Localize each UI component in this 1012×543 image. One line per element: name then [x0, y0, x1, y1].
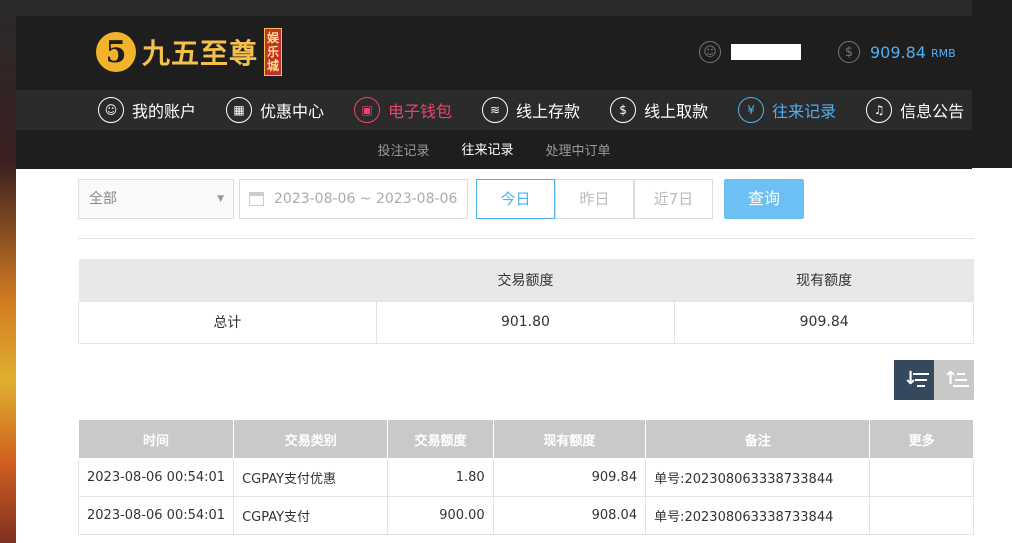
nav-transaction-records[interactable]: ¥ 往来记录: [738, 97, 836, 123]
summary-cell: 总计: [78, 300, 377, 344]
quick-today-button[interactable]: 今日: [476, 179, 555, 219]
amount-cell: 900.00: [387, 496, 494, 535]
balance-cell: 908.04: [492, 496, 647, 535]
background-strip-right: [972, 0, 1012, 168]
nav-my-account[interactable]: ☺ 我的账户: [98, 97, 196, 123]
query-button[interactable]: 查询: [724, 179, 804, 219]
nav-online-withdraw[interactable]: $ 线上取款: [610, 97, 708, 123]
remark-cell: 单号:202308063338733844: [645, 496, 871, 535]
header: 5 九五至尊 娱乐城 ☺ $ 909.84 RMB: [16, 16, 972, 90]
time-cell: 2023-08-06 00:54:01: [77, 458, 235, 497]
logo[interactable]: 5 九五至尊 娱乐城: [96, 24, 283, 80]
date-range-value: 2023-08-06 ~ 2023-08-06: [274, 191, 458, 207]
nav-label: 电子钱包: [388, 102, 453, 121]
nav-label: 信息公告: [900, 102, 965, 121]
tab-transaction-records[interactable]: 往来记录: [461, 128, 514, 171]
nav-announcements[interactable]: ♫ 信息公告: [866, 97, 964, 123]
summary-header-cell: [78, 259, 377, 301]
deposit-icon: ≋: [482, 97, 509, 123]
records-icon: ¥: [738, 97, 765, 123]
column-header: 更多: [869, 419, 974, 459]
wallet-icon: ▣: [354, 97, 381, 123]
nav-online-deposit[interactable]: ≋ 线上存款: [482, 97, 580, 123]
date-range-input[interactable]: 2023-08-06 ~ 2023-08-06: [239, 179, 468, 219]
nav-label: 往来记录: [772, 102, 837, 121]
summary-header-cell: 交易额度: [376, 259, 675, 301]
logo-badge: 娱乐城: [264, 28, 283, 76]
logo-text: 九五至尊: [142, 37, 259, 70]
withdraw-icon: $: [610, 97, 637, 123]
sort-desc-button[interactable]: ↓: [894, 360, 934, 400]
summary-cell: 901.80: [375, 300, 676, 344]
summary-row: 总计 901.80 909.84: [78, 300, 974, 344]
quick-yesterday-button[interactable]: 昨日: [555, 179, 634, 219]
type-select[interactable]: 全部 ▼: [78, 179, 234, 219]
type-cell: CGPAY支付优惠: [233, 458, 389, 497]
more-cell[interactable]: [869, 458, 974, 497]
balance-display: $ 909.84 RMB: [838, 41, 956, 63]
sort-asc-button[interactable]: ↑: [934, 360, 974, 400]
column-header: 现有额度: [492, 419, 647, 459]
column-header: 交易额度: [387, 419, 494, 459]
gift-icon: ▦: [226, 97, 253, 123]
calendar-icon: [249, 192, 264, 206]
column-header: 备注: [645, 419, 871, 459]
table-row: 2023-08-06 00:54:01 CGPAY支付优惠 1.80 909.8…: [77, 458, 974, 497]
records-header-row: 时间 交易类别 交易额度 现有额度 备注 更多: [77, 419, 974, 459]
records-table: 时间 交易类别 交易额度 现有额度 备注 更多 2023-08-06 00:54…: [77, 419, 974, 535]
divider: [78, 238, 974, 239]
summary-header-cell: 现有额度: [674, 259, 974, 301]
logo-mark-icon: 5: [96, 32, 136, 72]
top-bar: [16, 0, 972, 16]
column-header: 交易类别: [233, 419, 389, 459]
quick-7days-button[interactable]: 近7日: [634, 179, 713, 219]
balance-cell: 909.84: [492, 458, 647, 497]
tab-bet-records[interactable]: 投注记录: [377, 129, 429, 170]
type-cell: CGPAY支付: [233, 496, 389, 535]
balance-value: 909.84: [870, 42, 926, 62]
type-select-value: 全部: [89, 191, 117, 207]
summary-cell: 909.84: [674, 300, 974, 344]
nav-label: 我的账户: [132, 102, 197, 121]
remark-cell: 单号:202308063338733844: [645, 458, 871, 497]
nav-label: 线上取款: [644, 102, 709, 121]
balance-currency: RMB: [930, 47, 956, 60]
user-icon: ☺: [98, 97, 124, 123]
username-redacted: [731, 44, 801, 60]
nav-label: 线上存款: [516, 102, 581, 121]
user-info[interactable]: ☺: [699, 41, 801, 63]
chevron-down-icon: ▼: [217, 194, 224, 204]
nav-label: 优惠中心: [260, 102, 325, 121]
column-header: 时间: [77, 419, 235, 459]
amount-cell: 1.80: [387, 458, 494, 497]
nav-promotions[interactable]: ▦ 优惠中心: [226, 97, 324, 123]
user-avatar-icon: ☺: [699, 41, 721, 63]
table-row: 2023-08-06 00:54:01 CGPAY支付 900.00 908.0…: [77, 496, 974, 535]
background-strip-left: [0, 0, 16, 543]
arrow-down-icon: ↓: [903, 368, 919, 389]
bell-icon: ♫: [866, 97, 893, 123]
main-nav: ☺ 我的账户 ▦ 优惠中心 ▣ 电子钱包 ≋ 线上存款 $ 线上取款 ¥ 往来记…: [16, 90, 972, 130]
more-cell[interactable]: [869, 496, 974, 535]
sub-nav: 投注记录 往来记录 处理中订单: [16, 128, 972, 171]
time-cell: 2023-08-06 00:54:01: [77, 496, 235, 535]
summary-header-row: 交易额度 现有额度: [78, 259, 974, 301]
dollar-icon: $: [838, 41, 860, 63]
arrow-up-icon: ↑: [943, 368, 959, 389]
tab-pending-orders[interactable]: 处理中订单: [546, 129, 611, 170]
nav-e-wallet[interactable]: ▣ 电子钱包: [354, 97, 452, 123]
summary-table: 交易额度 现有额度 总计 901.80 909.84: [78, 259, 974, 344]
